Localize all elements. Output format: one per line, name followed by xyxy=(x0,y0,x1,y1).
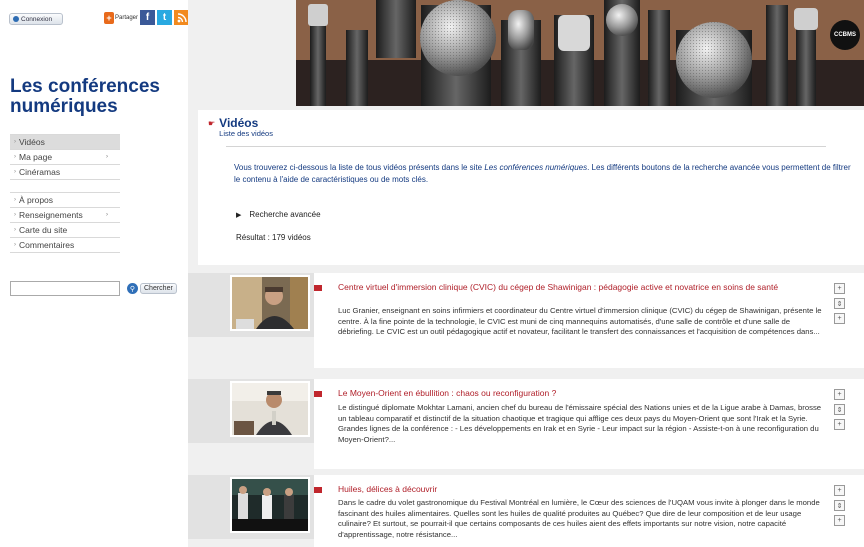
video-thumbnail[interactable] xyxy=(230,477,310,533)
nav-item-cineramas[interactable]: › Cinéramas xyxy=(10,165,120,180)
nav-label: Renseignements xyxy=(19,210,83,220)
twitter-icon[interactable]: t xyxy=(157,10,172,25)
video-description: Dans le cadre du volet gastronomique du … xyxy=(338,498,820,539)
nav-item-a-propos[interactable]: › À propos xyxy=(10,193,120,208)
submenu-arrow-icon: › xyxy=(106,154,108,160)
add-icon[interactable]: + xyxy=(834,283,845,294)
search-input[interactable] xyxy=(10,281,120,296)
facebook-icon[interactable]: f xyxy=(140,10,155,25)
add-icon[interactable]: + xyxy=(834,485,845,496)
intro-text-part: Vous trouverez ci-dessous la liste de to… xyxy=(234,163,485,172)
search-icon: ⚲ xyxy=(127,283,138,294)
share-bar: + Partager f t xyxy=(104,10,189,25)
video-title-link[interactable]: Le Moyen-Orient en ébullition : chaos ou… xyxy=(338,388,818,399)
item-tools: + ⇕ + xyxy=(834,389,845,430)
search-button[interactable]: ⚲ Chercher xyxy=(127,283,177,294)
submenu-arrow-icon: › xyxy=(106,212,108,218)
bullet-icon: › xyxy=(14,139,16,145)
nav-item-ma-page[interactable]: › Ma page › xyxy=(10,150,120,165)
bullet-icon: › xyxy=(14,242,16,248)
user-icon xyxy=(13,16,19,22)
search-button-label: Chercher xyxy=(140,283,177,294)
connect-button[interactable]: Connexion xyxy=(9,13,63,25)
nav-item-renseignements[interactable]: › Renseignements › xyxy=(10,208,120,223)
expand-triangle-icon: ▶ xyxy=(236,211,242,219)
share-icon[interactable]: ⇕ xyxy=(834,298,845,309)
nav-label: Carte du site xyxy=(19,225,68,235)
site-title[interactable]: Les conférences numériques xyxy=(10,77,180,117)
share-icon[interactable]: ⇕ xyxy=(834,500,845,511)
share-button[interactable]: + Partager xyxy=(104,10,138,25)
nav-label: Vidéos xyxy=(19,137,45,147)
list-marker-icon xyxy=(314,391,322,397)
banner-spacer xyxy=(188,0,296,106)
bullet-icon: › xyxy=(14,197,16,203)
item-tools: + ⇕ + xyxy=(834,485,845,526)
bullet-icon: › xyxy=(14,154,16,160)
section-heading: ☛ Vidéos Liste des vidéos xyxy=(208,117,273,138)
connect-label: Connexion xyxy=(21,15,53,23)
video-description: Le distingué diplomate Mokhtar Lamani, a… xyxy=(338,403,822,444)
expand-icon[interactable]: + xyxy=(834,515,845,526)
video-list-item: Huiles, délices à découvrir Dans le cadr… xyxy=(188,475,864,547)
advanced-search-label: Recherche avancée xyxy=(249,210,321,219)
nav-label: À propos xyxy=(19,195,54,205)
page-subtitle: Liste des vidéos xyxy=(219,129,273,138)
intro-site-name: Les conférences numériques xyxy=(484,163,588,172)
list-marker-icon xyxy=(314,487,322,493)
nav-label: Cinéramas xyxy=(19,167,61,177)
sidebar: Connexion + Partager f t Les conférences… xyxy=(0,0,189,547)
primary-nav: › Vidéos › Ma page › › Cinéramas xyxy=(10,134,120,180)
ccbms-logo[interactable]: CCBMS xyxy=(830,20,860,50)
section-marker-icon: ☛ xyxy=(208,119,216,128)
video-thumbnail[interactable] xyxy=(230,381,310,437)
secondary-nav: › À propos › Renseignements › › Carte du… xyxy=(10,192,120,253)
main-content: CCBMS ☛ Vidéos Liste des vidéos Vous tro… xyxy=(188,0,864,547)
share-icon: + xyxy=(104,11,114,24)
share-label: Partager xyxy=(114,14,138,21)
advanced-search-toggle[interactable]: ▶ Recherche avancée xyxy=(236,210,321,219)
expand-icon[interactable]: + xyxy=(834,419,845,430)
video-thumbnail[interactable] xyxy=(230,275,310,331)
video-title-link[interactable]: Huiles, délices à découvrir xyxy=(338,484,818,495)
page-title: Vidéos xyxy=(219,116,259,130)
heading-divider xyxy=(226,146,826,147)
microphones-illustration xyxy=(296,0,864,106)
nav-item-videos[interactable]: › Vidéos xyxy=(10,135,120,150)
share-icon[interactable]: ⇕ xyxy=(834,404,845,415)
nav-item-commentaires[interactable]: › Commentaires xyxy=(10,238,120,253)
nav-label: Ma page xyxy=(19,152,53,162)
video-list-item: Centre virtuel d'immersion clinique (CVI… xyxy=(188,273,864,368)
video-description: Luc Granier, enseignant en soins infirmi… xyxy=(338,306,822,336)
header-banner-image xyxy=(296,0,864,106)
nav-item-carte-du-site[interactable]: › Carte du site xyxy=(10,223,120,238)
bullet-icon: › xyxy=(14,227,16,233)
video-list-item: Le Moyen-Orient en ébullition : chaos ou… xyxy=(188,379,864,469)
nav-label: Commentaires xyxy=(19,240,75,250)
rss-icon[interactable] xyxy=(174,10,189,25)
list-marker-icon xyxy=(314,285,322,291)
bullet-icon: › xyxy=(14,169,16,175)
item-tools: + ⇕ + xyxy=(834,283,845,324)
expand-icon[interactable]: + xyxy=(834,313,845,324)
video-title-link[interactable]: Centre virtuel d'immersion clinique (CVI… xyxy=(338,282,818,293)
bullet-icon: › xyxy=(14,212,16,218)
result-count: Résultat : 179 vidéos xyxy=(236,233,311,242)
add-icon[interactable]: + xyxy=(834,389,845,400)
intro-text: Vous trouverez ci-dessous la liste de to… xyxy=(234,162,854,186)
